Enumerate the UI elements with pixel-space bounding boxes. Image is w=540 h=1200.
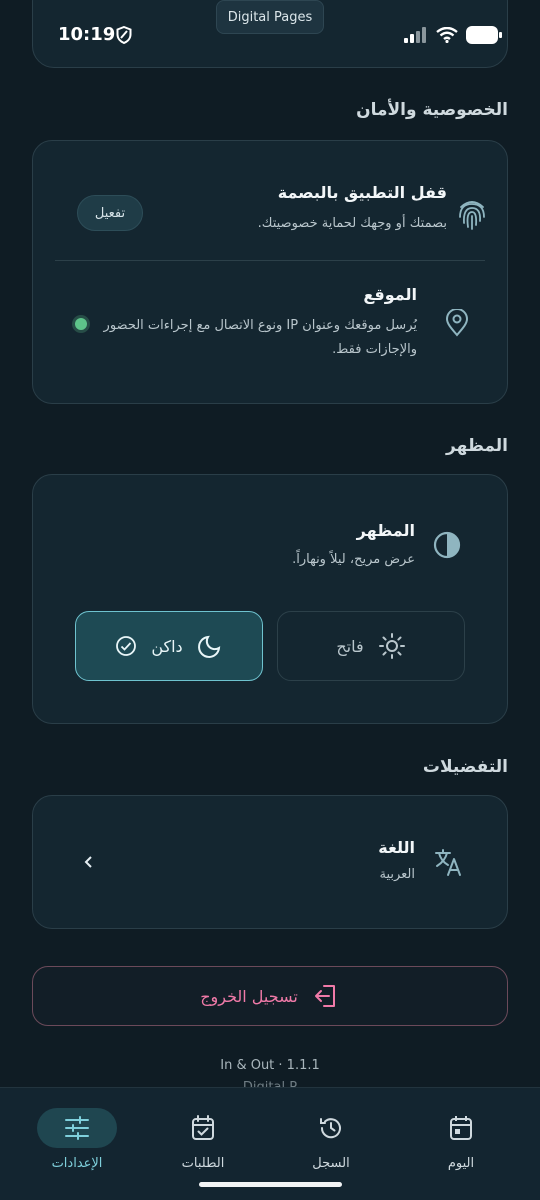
theme-light-button[interactable]: فاتح [277,611,465,681]
nav-item-today[interactable]: اليوم [411,1108,511,1171]
check-circle-icon [116,636,137,656]
nav-label-requests: الطلبات [181,1156,225,1171]
section-title-preferences: التفضيلات [422,757,508,777]
nav-item-settings[interactable]: الإعدادات [27,1108,127,1171]
biometric-title: قفل التطبيق بالبصمة [277,183,447,202]
calendar-check-icon [192,1115,214,1140]
wifi-icon [436,27,458,43]
chevron-left-icon [83,854,95,874]
theme-dark-label: داكن [151,636,183,656]
logout-icon [314,985,335,1007]
system-icons [404,26,502,44]
enable-biometric-button[interactable]: تفعيل [77,195,143,231]
nav-item-history[interactable]: السجل [281,1108,381,1171]
appearance-card: المظهر عرض مريح، ليلاً ونهاراً. داكن فات… [32,474,508,724]
location-status-dot [75,318,87,330]
battery-icon [466,26,502,44]
section-title-appearance: المظهر [446,436,508,456]
fingerprint-icon [457,197,487,235]
language-value: العربية [379,867,415,882]
privacy-card: قفل التطبيق بالبصمة بصمتك أو وجهك لحماية… [32,140,508,404]
sun-icon [378,633,405,659]
nav-item-requests[interactable]: الطلبات [153,1108,253,1171]
appearance-row-subtitle: عرض مريح، ليلاً ونهاراً. [292,552,415,567]
location-subtitle-line2: والإجازات فقط. [332,342,417,357]
signal-icon [404,27,426,43]
divider [55,260,485,261]
home-indicator [199,1182,342,1187]
logout-button[interactable]: تسجيل الخروج [32,966,508,1026]
app-label-pill: Digital Pages [216,0,324,34]
location-title: الموقع [363,285,417,304]
moon-icon [197,635,220,658]
section-title-privacy: الخصوصية والأمان [356,100,508,120]
shield-icon [116,25,132,48]
history-icon [320,1118,341,1139]
logout-label: تسجيل الخروج [200,986,298,1006]
contrast-icon [433,531,461,563]
appearance-row-title: المظهر [356,521,415,540]
sliders-icon [65,1116,89,1140]
calendar-today-icon [450,1116,472,1140]
language-title: اللغة [378,838,415,857]
version-text: In & Out · 1.1.1 [220,1058,320,1073]
nav-label-history: السجل [312,1156,350,1171]
status-time: 10:19 [58,24,116,45]
theme-light-label: فاتح [336,636,364,656]
preferences-card: اللغة العربية [32,795,508,929]
nav-label-today: اليوم [447,1156,475,1171]
location-subtitle-line1: يُرسل موقعك وعنوان IP ونوع الاتصال مع إج… [103,318,417,333]
nav-label-settings: الإعدادات [51,1156,103,1171]
location-pin-icon [445,308,469,341]
translate-icon [433,846,465,882]
biometric-subtitle: بصمتك أو وجهك لحماية خصوصيتك. [257,216,447,231]
theme-dark-button[interactable]: داكن [75,611,263,681]
